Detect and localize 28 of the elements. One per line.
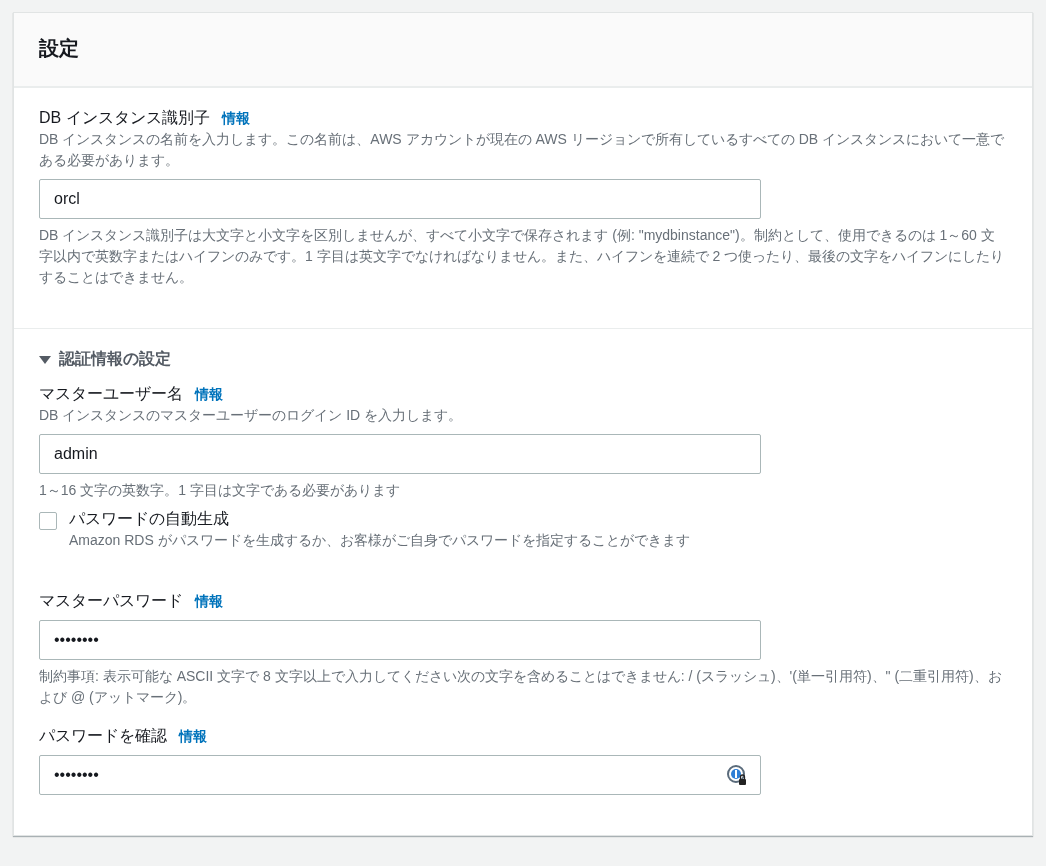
field-description: DB インスタンスの名前を入力します。この名前は、AWS アカウントが現在の AWS リージョンで所有しているすべての DB インスタンスにおいて一意である必要があります。 <box>39 130 1005 170</box>
checkbox-description: Amazon RDS がパスワードを生成するか、お客様がご自身でパスワードを指定することができます <box>69 531 690 550</box>
info-link[interactable]: 情報 <box>179 728 207 746</box>
field-label: マスターユーザー名 <box>39 384 183 404</box>
field-hint: DB インスタンス識別子は大文字と小文字を区別しませんが、すべて小文字で保存されます (例: "mydbinstance")。制約として、使用できるのは 1～60 文字以内で英数字またはハイフンのみです。1 字目は英文字でなければなりません。また、ハイフンを連続で 2 つ使ったり、最後の文字をハイフンにしたりすることはできません。 <box>39 226 1006 287</box>
info-link[interactable]: 情報 <box>195 593 223 611</box>
field-label: パスワードを確認 <box>39 726 167 746</box>
password-manager-icon[interactable] <box>726 764 748 786</box>
field-hint: 制約事項: 表示可能な ASCII 文字で 8 文字以上で入力してください次の文字を含めることはできません: / (スラッシュ)、'(単一引用符)、" (二重引用符)、および @ (アットマーク)。 <box>39 667 1003 707</box>
text-input[interactable]: •••••••• <box>54 631 748 649</box>
checkbox-label: パスワードの自動生成 <box>69 510 229 527</box>
caret-icon <box>39 354 51 365</box>
checkbox[interactable] <box>39 512 57 530</box>
field-hint: 1～16 文字の英数字。1 字目は文字である必要があります <box>39 481 401 500</box>
info-link[interactable]: 情報 <box>221 110 250 128</box>
text-field[interactable]: admin <box>39 434 761 474</box>
text-field[interactable]: orcl <box>39 179 761 219</box>
panel-title: 設定 <box>39 36 80 61</box>
text-field[interactable]: •••••••• <box>39 620 761 660</box>
text-field[interactable]: •••••••• <box>39 755 761 795</box>
info-link[interactable]: 情報 <box>195 386 223 404</box>
field-label: マスターパスワード <box>39 591 183 611</box>
section-toggle[interactable]: 認証情報の設定 <box>39 349 171 370</box>
field-description: DB インスタンスのマスターユーザーのログイン ID を入力します。 <box>39 406 464 425</box>
field-label: DB インスタンス識別子 <box>39 108 210 128</box>
text-input[interactable]: •••••••• <box>54 766 726 784</box>
text-input[interactable]: admin <box>54 445 748 463</box>
text-input[interactable]: orcl <box>54 190 748 208</box>
